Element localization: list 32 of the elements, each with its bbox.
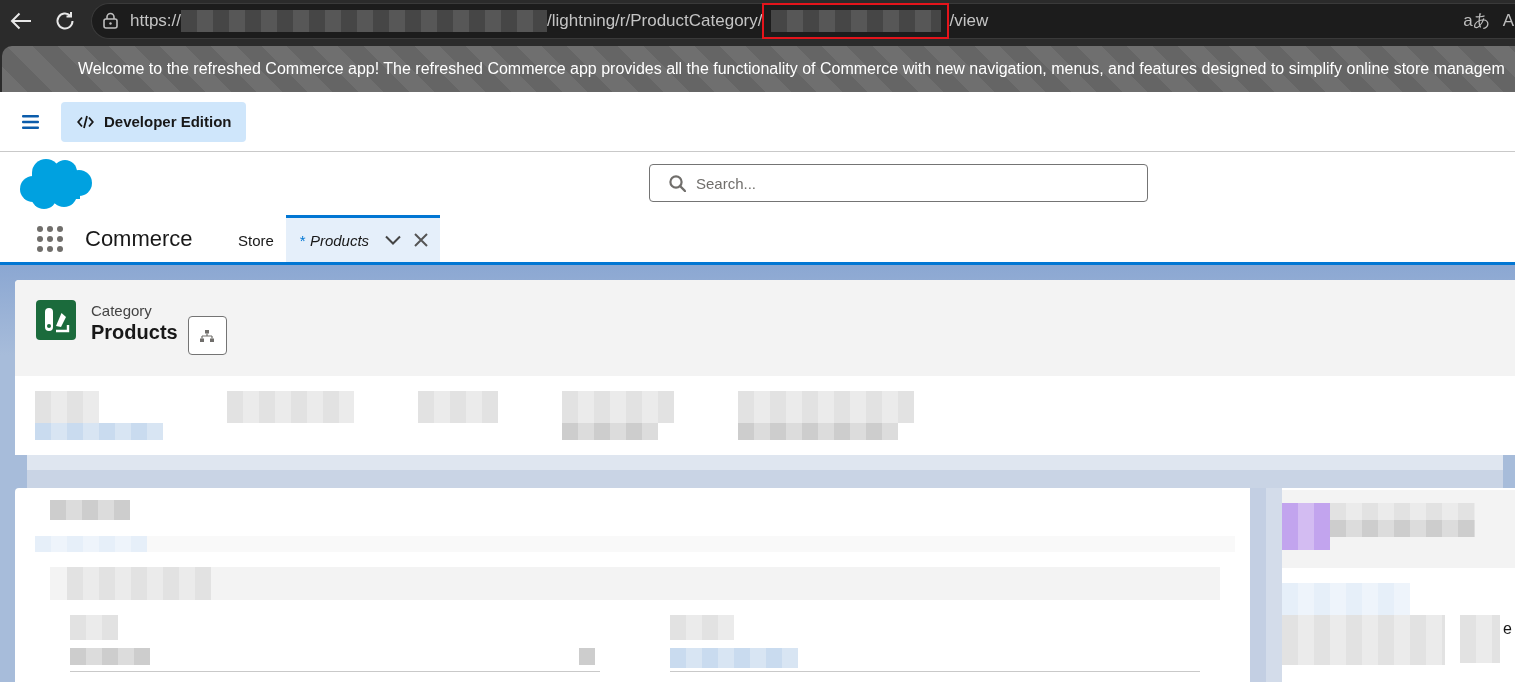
banner-message: Welcome to the refreshed Commerce app! The refreshed Commerce app provides all the functionality of Commerce with new navigation, menus, and features designed to simplify online store managem <box>78 60 1505 78</box>
url-text: https:// <box>130 9 182 32</box>
toolbar-button[interactable]: A <box>1502 10 1514 31</box>
reload-icon[interactable] <box>55 10 75 31</box>
address-bar[interactable]: https:// /lightning/r/ProductCategory/ /view aあ A <box>91 2 1515 39</box>
translate-button[interactable]: aあ <box>1463 9 1490 32</box>
blurred-block <box>1460 615 1500 663</box>
lock-icon[interactable] <box>103 12 118 29</box>
chevron-down-icon[interactable] <box>385 235 402 245</box>
close-icon[interactable] <box>414 233 429 247</box>
app-name: Commerce <box>85 225 194 252</box>
product-tile-icon <box>36 300 76 340</box>
nav-tab[interactable]: * Products <box>285 215 441 262</box>
nav-tab[interactable]: Store <box>224 215 286 262</box>
search-field[interactable]: Search... <box>649 164 1148 202</box>
cut-text: e <box>1503 620 1512 638</box>
blurred-block <box>670 615 734 640</box>
record-title: Products <box>91 320 178 344</box>
url-text: /view <box>949 9 989 32</box>
cloud-logo[interactable] <box>20 159 92 209</box>
hierarchy-button[interactable] <box>187 316 227 355</box>
hierarchy-icon <box>200 329 215 342</box>
code-icon <box>77 114 94 129</box>
blurred-block <box>579 648 595 665</box>
blurred-block <box>70 615 118 640</box>
developer-edition-button[interactable]: Developer Edition <box>61 101 246 142</box>
search-icon <box>669 175 686 192</box>
url-text: /lightning/r/ProductCategory/ <box>547 9 763 32</box>
menu-icon[interactable] <box>22 114 39 129</box>
back-icon[interactable] <box>10 11 32 30</box>
dots-grid-icon[interactable] <box>37 225 63 252</box>
object-label: Category <box>91 302 153 320</box>
